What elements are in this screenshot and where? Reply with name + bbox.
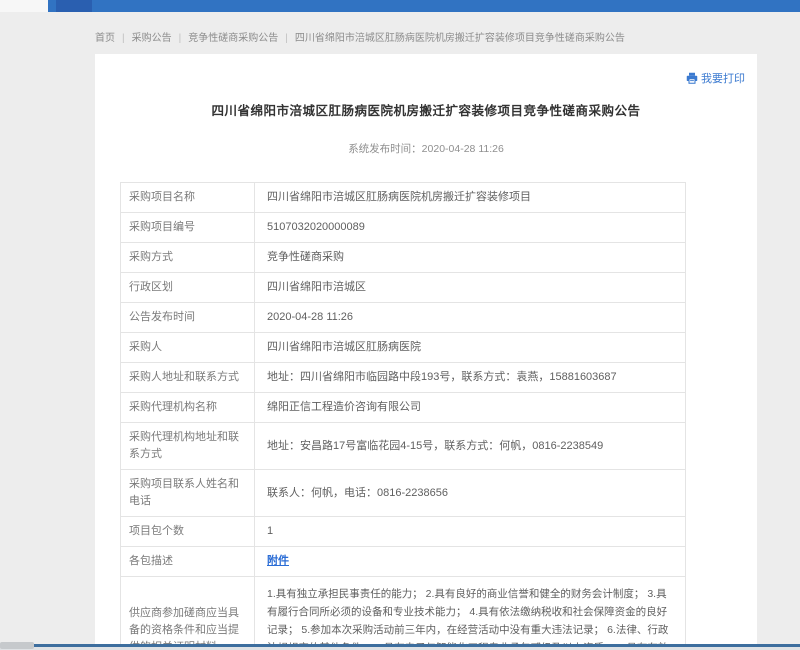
top-nav-bar — [48, 0, 800, 12]
table-row: 采购代理机构地址和联系方式地址：安昌路17号富临花园4-15号，联系方式：何帆，… — [121, 423, 686, 470]
breadcrumb-item[interactable]: 竞争性磋商采购公告 — [188, 33, 278, 44]
row-label: 公告发布时间 — [121, 303, 255, 333]
row-label: 各包描述 — [121, 547, 255, 577]
row-value: 1.具有独立承担民事责任的能力； 2.具有良好的商业信誉和健全的财务会计制度； … — [255, 577, 686, 650]
row-label: 项目包个数 — [121, 517, 255, 547]
breadcrumb-item: 四川省绵阳市涪城区肛肠病医院机房搬迁扩容装修项目竞争性磋商采购公告 — [295, 33, 625, 44]
breadcrumb-item[interactable]: 采购公告 — [132, 33, 172, 44]
row-value: 绵阳正信工程造价咨询有限公司 — [255, 393, 686, 423]
table-row: 公告发布时间2020-04-28 11:26 — [121, 303, 686, 333]
topbar-left-gap — [0, 0, 48, 12]
row-value: 地址：四川省绵阳市临园路中段193号，联系方式：袁燕，15881603687 — [255, 363, 686, 393]
row-value: 四川省绵阳市涪城区 — [255, 273, 686, 303]
row-value: 1 — [255, 517, 686, 547]
page-title: 四川省绵阳市涪城区肛肠病医院机房搬迁扩容装修项目竞争性磋商采购公告 — [123, 100, 729, 119]
row-value: 附件 — [255, 547, 686, 577]
table-row: 项目包个数1 — [121, 517, 686, 547]
table-row: 采购项目联系人姓名和电话联系人：何帆，电话：0816-2238656 — [121, 470, 686, 517]
table-row: 供应商参加磋商应当具备的资格条件和应当提供的相关证明材料1.具有独立承担民事责任… — [121, 577, 686, 650]
table-row: 采购方式竞争性磋商采购 — [121, 243, 686, 273]
row-value: 地址：安昌路17号富临花园4-15号，联系方式：何帆，0816-2238549 — [255, 423, 686, 470]
table-row: 采购项目名称四川省绵阳市涪城区肛肠病医院机房搬迁扩容装修项目 — [121, 183, 686, 213]
breadcrumb-separator: | — [179, 33, 182, 44]
publish-time: 系统发布时间：2020-04-28 11:26 — [95, 141, 757, 156]
print-button[interactable]: 我要打印 — [686, 70, 745, 86]
breadcrumb-separator: | — [285, 33, 288, 44]
printer-icon — [686, 72, 698, 84]
row-label: 采购代理机构地址和联系方式 — [121, 423, 255, 470]
row-label: 供应商参加磋商应当具备的资格条件和应当提供的相关证明材料 — [121, 577, 255, 650]
row-label: 采购代理机构名称 — [121, 393, 255, 423]
horizontal-scrollbar-thumb[interactable] — [0, 642, 34, 649]
table-row: 采购人四川省绵阳市涪城区肛肠病医院 — [121, 333, 686, 363]
attachment-link[interactable]: 附件 — [267, 555, 289, 567]
row-value: 5107032020000089 — [255, 213, 686, 243]
top-nav-active-item[interactable] — [56, 0, 92, 12]
row-label: 采购项目名称 — [121, 183, 255, 213]
row-label: 采购人地址和联系方式 — [121, 363, 255, 393]
row-value: 竞争性磋商采购 — [255, 243, 686, 273]
row-label: 行政区划 — [121, 273, 255, 303]
table-row: 采购人地址和联系方式地址：四川省绵阳市临园路中段193号，联系方式：袁燕，158… — [121, 363, 686, 393]
row-label: 采购方式 — [121, 243, 255, 273]
row-value: 2020-04-28 11:26 — [255, 303, 686, 333]
window-bottom-edge — [0, 644, 800, 647]
row-label: 采购项目编号 — [121, 213, 255, 243]
table-row: 采购代理机构名称绵阳正信工程造价咨询有限公司 — [121, 393, 686, 423]
row-label: 采购项目联系人姓名和电话 — [121, 470, 255, 517]
row-label: 采购人 — [121, 333, 255, 363]
breadcrumb-item[interactable]: 首页 — [95, 33, 115, 44]
table-row: 各包描述附件 — [121, 547, 686, 577]
announcement-info-table: 采购项目名称四川省绵阳市涪城区肛肠病医院机房搬迁扩容装修项目采购项目编号5107… — [120, 182, 686, 650]
print-label: 我要打印 — [701, 70, 745, 86]
breadcrumb-separator: | — [122, 33, 125, 44]
announcement-card: 我要打印 四川省绵阳市涪城区肛肠病医院机房搬迁扩容装修项目竞争性磋商采购公告 系… — [95, 54, 757, 650]
breadcrumb: 首页 | 采购公告 | 竞争性磋商采购公告 | 四川省绵阳市涪城区肛肠病医院机房搬迁扩容装修… — [95, 29, 625, 44]
table-row: 行政区划四川省绵阳市涪城区 — [121, 273, 686, 303]
row-value: 四川省绵阳市涪城区肛肠病医院 — [255, 333, 686, 363]
row-value: 四川省绵阳市涪城区肛肠病医院机房搬迁扩容装修项目 — [255, 183, 686, 213]
table-row: 采购项目编号5107032020000089 — [121, 213, 686, 243]
row-value: 联系人：何帆，电话：0816-2238656 — [255, 470, 686, 517]
